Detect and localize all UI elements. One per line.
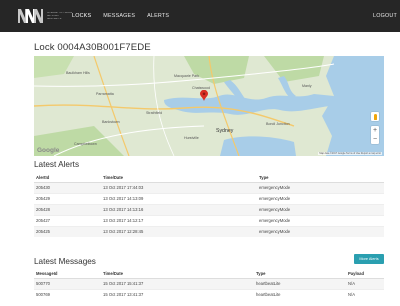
column-header[interactable]: Time/Date	[101, 174, 257, 183]
nav-locks[interactable]: LOCKS	[72, 13, 91, 19]
message-id-cell: 500770	[34, 277, 101, 289]
map-label: Baulkham Hills	[66, 71, 90, 75]
nav-messages[interactable]: MESSAGES	[103, 13, 135, 19]
message-time-cell: 15 Oct 2017 15:41:37	[101, 277, 254, 289]
page-title: Lock 0004A30B001F7EDE	[34, 42, 151, 53]
column-header[interactable]: Time/Date	[101, 270, 254, 279]
message-payload-cell: N/A	[346, 277, 384, 289]
table-row[interactable]: 205430 13 Oct 2017 17:44:03 emergencyMod…	[34, 181, 384, 193]
map-label: Bondi Junction	[266, 122, 290, 126]
message-id-cell: 500769	[34, 288, 101, 300]
message-type-cell: heartbeatLite	[254, 288, 346, 300]
alerts-table: AlertId Time/Date Type 205430 13 Oct 201…	[34, 174, 384, 237]
alert-type-cell: emergencyMode	[257, 181, 384, 193]
alert-type-cell: emergencyMode	[257, 192, 384, 204]
alert-id-cell: 205430	[34, 181, 101, 193]
table-row[interactable]: 205429 13 Oct 2017 14:13:09 emergencyMod…	[34, 192, 384, 204]
street-view-pegman-icon[interactable]	[371, 112, 379, 121]
table-row[interactable]: 500769 15 Oct 2017 13:41:37 heartbeatLit…	[34, 288, 384, 300]
column-header[interactable]: Payload	[346, 270, 384, 279]
map-label: Parramatta	[96, 92, 114, 96]
map-zoom-control: + −	[371, 126, 379, 144]
map-attribution[interactable]: Map data ©2017 Google Terms of Use Repor…	[318, 152, 382, 155]
alerts-header-row: AlertId Time/Date Type	[34, 174, 384, 183]
messages-table: MessageId Time/Date Type Payload 500770 …	[34, 270, 384, 300]
map-label: Macquarie Park	[174, 74, 200, 78]
column-header[interactable]: Type	[254, 270, 346, 279]
map-label: Strathfield	[146, 111, 163, 115]
map-label: Bankstown	[102, 120, 120, 124]
map-label: Campbelltown	[74, 142, 97, 146]
column-header[interactable]: AlertId	[34, 174, 101, 183]
message-time-cell: 15 Oct 2017 13:41:37	[101, 288, 254, 300]
main-nav: LOCKS MESSAGES ALERTS	[72, 13, 169, 19]
google-logo: Google	[37, 147, 60, 154]
top-navbar: INTERNET OF THINGS NETWORK NEWCASTLE LOC…	[0, 0, 400, 32]
table-row[interactable]: 205427 13 Oct 2017 14:12:17 emergencyMod…	[34, 214, 384, 226]
alert-id-cell: 205427	[34, 214, 101, 226]
alert-id-cell: 205429	[34, 192, 101, 204]
alert-time-cell: 13 Oct 2017 14:13:09	[101, 192, 257, 204]
table-row[interactable]: 205428 13 Oct 2017 14:13:16 emergencyMod…	[34, 203, 384, 215]
alert-type-cell: emergencyMode	[257, 203, 384, 215]
alert-time-cell: 13 Oct 2017 14:12:17	[101, 214, 257, 226]
more-alerts-button[interactable]: More Alerts	[354, 254, 384, 264]
table-row[interactable]: 500770 15 Oct 2017 15:41:37 heartbeatLit…	[34, 277, 384, 289]
logo-mark-icon	[18, 9, 44, 23]
column-header[interactable]: MessageId	[34, 270, 101, 279]
alert-id-cell: 205425	[34, 225, 101, 237]
alerts-section-title: Latest Alerts	[34, 160, 80, 169]
message-type-cell: heartbeatLite	[254, 277, 346, 289]
alert-type-cell: emergencyMode	[257, 225, 384, 237]
location-map[interactable]: Baulkham Hills Macquarie Park Chatswood …	[34, 56, 384, 156]
logout-link[interactable]: LOGOUT	[373, 13, 397, 19]
alert-time-cell: 13 Oct 2017 17:44:03	[101, 181, 257, 193]
map-label: Manly	[302, 84, 312, 88]
nav-alerts[interactable]: ALERTS	[147, 13, 169, 19]
column-header[interactable]: Type	[257, 174, 384, 183]
map-city-label: Sydney	[216, 128, 234, 134]
zoom-out-button[interactable]: −	[371, 135, 379, 144]
messages-section-title: Latest Messages	[34, 257, 96, 266]
alert-type-cell: emergencyMode	[257, 214, 384, 226]
message-payload-cell: N/A	[346, 288, 384, 300]
alert-id-cell: 205428	[34, 203, 101, 215]
alert-time-cell: 13 Oct 2017 14:13:16	[101, 203, 257, 215]
messages-header-row: MessageId Time/Date Type Payload	[34, 270, 384, 279]
lock-location-pin-icon[interactable]	[200, 90, 208, 101]
alert-time-cell: 13 Oct 2017 12:28:45	[101, 225, 257, 237]
map-label: Hurstville	[184, 136, 199, 140]
zoom-in-button[interactable]: +	[371, 126, 379, 135]
table-row[interactable]: 205425 13 Oct 2017 12:28:45 emergencyMod…	[34, 225, 384, 237]
